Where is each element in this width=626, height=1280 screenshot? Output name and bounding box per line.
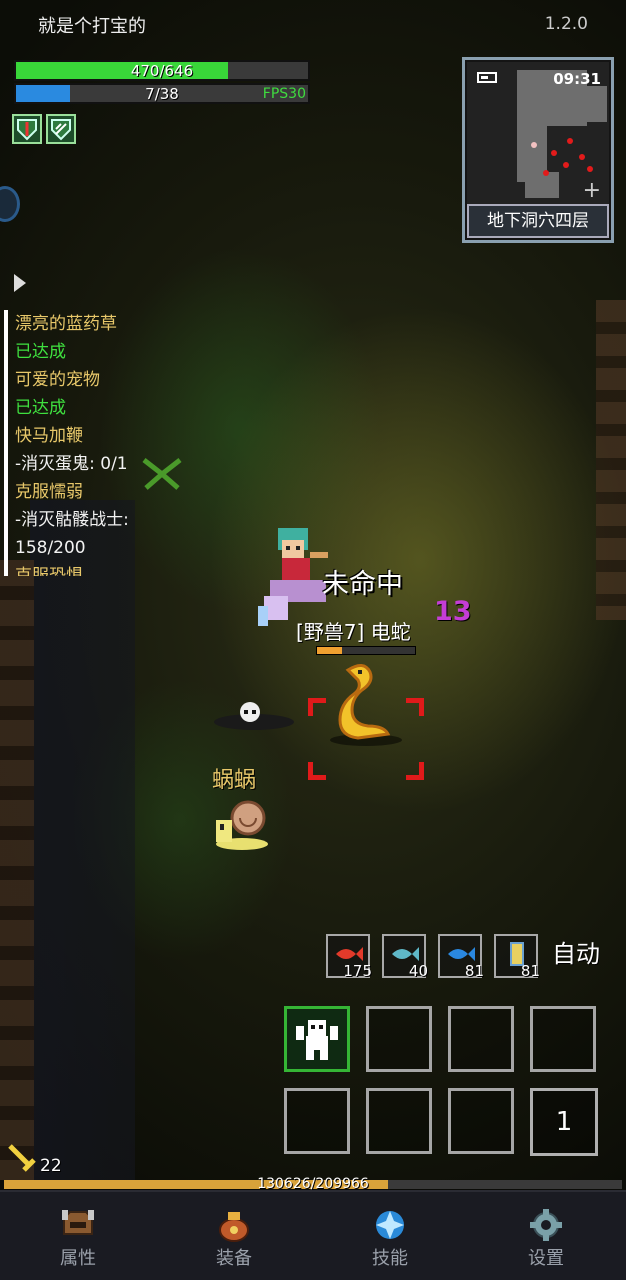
gear-icon (530, 1209, 562, 1241)
rock-wall-left (0, 560, 34, 1180)
consumable-red-fish[interactable]: 175 (326, 934, 372, 980)
consumable-teal-fish[interactable]: 40 (382, 934, 428, 980)
nav-label: 装备 (216, 1248, 252, 1269)
sword-level-icon (8, 1144, 36, 1172)
helmet-icon (62, 1210, 94, 1235)
enemy-hp-bar (316, 646, 416, 655)
warrior-skill-icon (296, 1020, 338, 1060)
skill-slot-1[interactable] (284, 1006, 350, 1072)
damage-number: 13 (434, 596, 472, 627)
quest-tracker[interactable]: 漂亮的蓝药草 已达成 可爱的宠物 已达成 快马加鞭 -消灭蛋鬼: 0/1 克服懦… (4, 310, 142, 576)
nav-label: 属性 (60, 1248, 96, 1269)
item-quantity: 175 (343, 962, 372, 980)
item-quantity: 81 (464, 962, 484, 980)
skill-slot-2[interactable] (366, 1006, 432, 1072)
quest-progress: -消灭骷髅战士: (15, 510, 129, 530)
quest-title: 克服恐惧 (15, 566, 83, 576)
nav-equipment[interactable]: 装备 (156, 1192, 312, 1280)
clover-plant-icon (142, 458, 182, 490)
shadow-area (30, 500, 135, 1180)
npc-name: 蜗蜗 (212, 768, 257, 793)
auto-button[interactable]: 自动 (552, 930, 600, 978)
skill-slot-3[interactable] (448, 1006, 514, 1072)
miss-text: 未命中 (322, 569, 403, 600)
nav-settings[interactable]: 设置 (468, 1192, 624, 1280)
shield-buff-icon[interactable] (12, 114, 42, 144)
skill-slot-4[interactable] (530, 1006, 596, 1072)
hp-bar: 470/646 (14, 60, 310, 81)
quest-title: 克服懦弱 (15, 482, 83, 502)
skill-slot-7[interactable] (448, 1088, 514, 1154)
zoom-plus-icon[interactable]: + (583, 180, 601, 202)
version-label: 1.2.0 (544, 14, 588, 34)
consumable-blue-fish[interactable]: 81 (438, 934, 484, 980)
enemy-name: [野兽7] 电蛇 (296, 620, 411, 644)
fps-label: FPS30 (262, 86, 306, 102)
quest-progress: 158/200 (15, 538, 86, 558)
nav-skills[interactable]: 技能 (312, 1192, 468, 1280)
battery-icon (477, 72, 497, 83)
armor-buff-icon[interactable] (46, 114, 76, 144)
quest-progress: -消灭蛋鬼: 0/1 (15, 454, 128, 474)
skill-slot-5[interactable] (284, 1088, 350, 1154)
quest-title: 漂亮的蓝药草 (15, 314, 117, 334)
quest-title: 可爱的宠物 (15, 370, 100, 390)
rock-wall-right (596, 300, 626, 620)
target-bracket-icon (308, 698, 424, 780)
skill-page-switch[interactable]: 1 (530, 1088, 598, 1156)
skill-slot-6[interactable] (366, 1088, 432, 1154)
minimap[interactable]: 09:31 + 地下洞穴四层 (462, 57, 614, 243)
nav-label: 技能 (372, 1248, 408, 1269)
crystal-icon (376, 1211, 404, 1239)
game-title: 就是个打宝的 (38, 16, 146, 37)
enemy-hp-fill (317, 647, 342, 654)
mp-bar: 7/38 FPS30 (14, 83, 310, 104)
minimap-view[interactable]: 09:31 + (467, 62, 609, 204)
item-quantity: 40 (408, 962, 428, 980)
item-quantity: 81 (520, 962, 540, 980)
quest-status: 已达成 (15, 398, 66, 418)
skill-page-number: 1 (555, 1107, 573, 1137)
quest-title: 快马加鞭 (15, 426, 83, 446)
bag-icon (219, 1212, 249, 1242)
player-level: 22 (40, 1156, 62, 1176)
area-name: 地下洞穴四层 (467, 204, 609, 238)
hp-text: 470/646 (130, 62, 194, 80)
clock: 09:31 (553, 70, 601, 88)
consumable-scroll[interactable]: 81 (494, 934, 540, 980)
nav-label: 设置 (528, 1248, 564, 1269)
skull-remains-icon (214, 702, 294, 730)
nav-attributes[interactable]: 属性 (0, 1192, 156, 1280)
snail-pet[interactable] (212, 794, 268, 852)
quest-status: 已达成 (15, 342, 66, 362)
quest-expand-icon[interactable] (14, 274, 26, 292)
bottom-nav: 属性 装备 技能 设置 (0, 1190, 626, 1280)
